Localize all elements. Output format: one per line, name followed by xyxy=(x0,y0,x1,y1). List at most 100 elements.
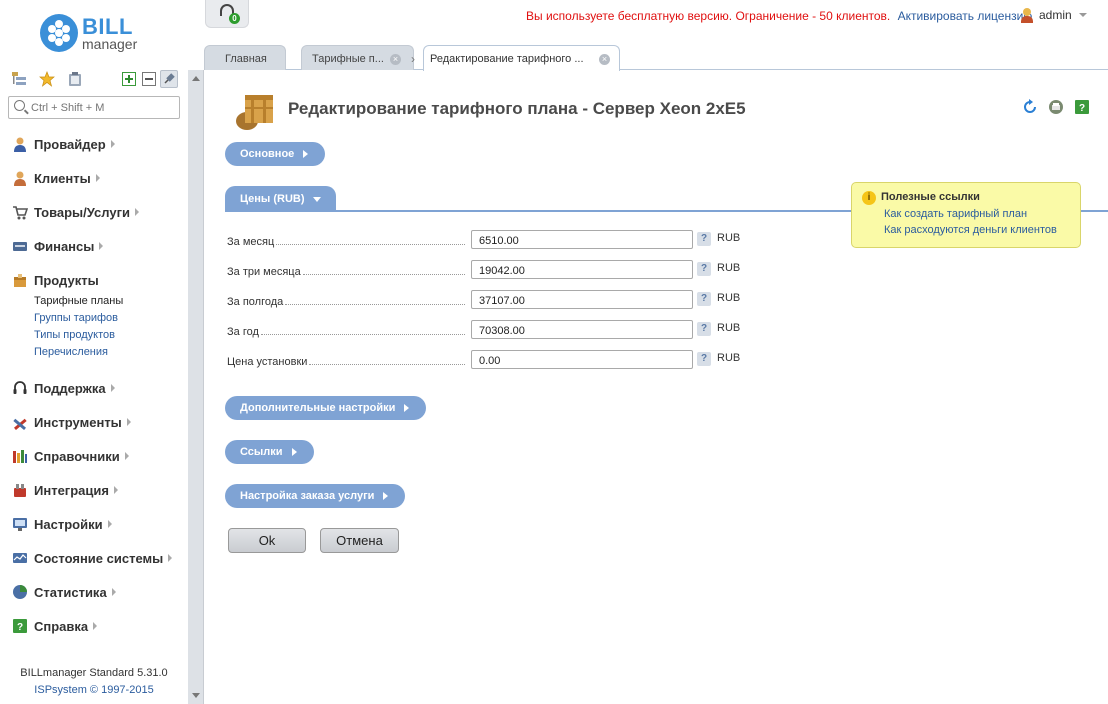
support-button[interactable]: 0 xyxy=(205,0,249,28)
useful-links-panel: i Полезные ссылки Как создать тарифный п… xyxy=(851,182,1081,248)
license-notice-text: Вы используете бесплатную версию. Ограни… xyxy=(526,9,891,23)
user-avatar-icon xyxy=(1020,7,1034,23)
close-icon[interactable]: × xyxy=(390,54,401,65)
integration-icon xyxy=(12,482,28,498)
nav-item-integration[interactable]: Интеграция xyxy=(12,478,118,502)
chevron-right-icon xyxy=(124,452,129,460)
price-year-input[interactable] xyxy=(471,320,693,339)
nav-item-provider[interactable]: Провайдер xyxy=(12,132,115,156)
useful-link-create-plan[interactable]: Как создать тарифный план xyxy=(884,208,1027,220)
nav-label-clients: Клиенты xyxy=(34,170,91,186)
tab-tariff-plans[interactable]: Тарифные п... × xyxy=(301,45,414,70)
sub-item-enumerations[interactable]: Перечисления xyxy=(34,346,108,358)
nav-item-products[interactable]: Продукты xyxy=(12,268,99,292)
chevron-right-icon xyxy=(404,404,409,412)
logo[interactable]: BILL manager xyxy=(40,14,137,52)
pin-icon[interactable] xyxy=(160,70,178,88)
search-input[interactable] xyxy=(31,99,176,116)
sidebar-scrollbar[interactable] xyxy=(188,70,204,704)
chevron-right-icon: › xyxy=(411,52,415,66)
price-quarter-input[interactable] xyxy=(471,260,693,279)
clipboard-icon[interactable] xyxy=(66,70,84,88)
nav-item-finance[interactable]: Финансы xyxy=(12,234,104,258)
useful-link-money-spend[interactable]: Как расходуются деньги клиентов xyxy=(884,224,1057,236)
section-links-toggle[interactable]: Ссылки xyxy=(225,440,314,464)
tab-label: Тарифные п... xyxy=(312,53,384,65)
scroll-up-arrow-icon[interactable] xyxy=(192,76,200,81)
expand-all-icon[interactable] xyxy=(120,70,138,88)
ok-button[interactable]: Ok xyxy=(228,528,306,553)
nav-item-statistics[interactable]: Статистика xyxy=(12,580,116,604)
price-row-month: За месяц ? RUB xyxy=(227,230,747,252)
sidebar-search[interactable] xyxy=(8,96,180,119)
chevron-right-icon xyxy=(383,492,388,500)
nav-item-goods[interactable]: Товары/Услуги xyxy=(12,200,139,224)
nav-item-support[interactable]: Поддержка xyxy=(12,376,115,400)
nav-item-references[interactable]: Справочники xyxy=(12,444,129,468)
help-icon[interactable]: ? xyxy=(1074,99,1090,115)
collapse-all-icon[interactable] xyxy=(140,70,158,88)
refresh-icon[interactable] xyxy=(1022,99,1038,115)
chevron-right-icon xyxy=(135,208,139,216)
sidebar-toolbar xyxy=(10,70,180,90)
section-links-label: Ссылки xyxy=(240,446,283,458)
nav-item-tools[interactable]: Инструменты xyxy=(12,410,131,434)
cancel-button[interactable]: Отмена xyxy=(320,528,399,553)
sub-item-product-types[interactable]: Типы продуктов xyxy=(34,329,115,341)
setup-price-input[interactable] xyxy=(471,350,693,369)
products-icon xyxy=(12,272,28,288)
logo-title: BILL xyxy=(82,13,133,39)
chevron-right-icon xyxy=(113,486,118,494)
price-month-input[interactable] xyxy=(471,230,693,249)
tab-label: Редактирование тарифного ... xyxy=(430,53,584,65)
app-window: BILL manager Ctrl + Shift + M Провайдер … xyxy=(0,0,1108,704)
tree-view-icon[interactable] xyxy=(10,70,28,88)
top-bar: 0 Вы используете бесплатную версию. Огра… xyxy=(188,0,1108,44)
tab-home[interactable]: Главная xyxy=(204,45,286,70)
section-order-toggle[interactable]: Настройка заказа услуги xyxy=(225,484,405,508)
nav-item-clients[interactable]: Клиенты xyxy=(12,166,100,190)
tab-bar: Главная Тарифные п... × › Редактирование… xyxy=(204,45,1108,71)
nav-label-support: Поддержка xyxy=(34,380,106,396)
section-extra-toggle[interactable]: Дополнительные настройки xyxy=(225,396,426,420)
help-hint-icon[interactable]: ? xyxy=(697,292,711,306)
nav-item-help[interactable]: ? Справка xyxy=(12,614,98,638)
search-icon xyxy=(14,100,25,111)
user-menu[interactable]: admin xyxy=(1020,7,1087,23)
price-label: За три месяца xyxy=(227,266,303,278)
cart-icon xyxy=(12,204,29,220)
close-icon[interactable]: × xyxy=(599,54,610,65)
print-icon[interactable] xyxy=(1048,99,1064,115)
activate-license-link[interactable]: Активировать лицензию xyxy=(898,9,1033,23)
nav-item-system-status[interactable]: Состояние системы xyxy=(12,546,173,570)
chevron-right-icon xyxy=(99,242,104,250)
help-hint-icon[interactable]: ? xyxy=(697,322,711,336)
help-hint-icon[interactable]: ? xyxy=(697,262,711,276)
help-hint-icon[interactable]: ? xyxy=(697,352,711,366)
help-hint-icon[interactable]: ? xyxy=(697,232,711,246)
sub-item-tariff-groups[interactable]: Группы тарифов xyxy=(34,312,118,324)
currency-label: RUB xyxy=(717,232,741,244)
section-main-label: Основное xyxy=(240,148,295,160)
tab-edit-tariff[interactable]: Редактирование тарифного ... × xyxy=(423,45,620,71)
copyright-link[interactable]: ISPsystem © 1997-2015 xyxy=(0,684,188,696)
provider-icon xyxy=(12,136,28,152)
section-main-toggle[interactable]: Основное xyxy=(225,142,325,166)
chevron-right-icon xyxy=(303,150,308,158)
price-half-year-input[interactable] xyxy=(471,290,693,309)
currency-label: RUB xyxy=(717,352,741,364)
currency-label: RUB xyxy=(717,292,741,304)
help-book-icon: ? xyxy=(12,618,28,634)
section-order-label: Настройка заказа услуги xyxy=(240,490,375,502)
section-prices-label: Цены (RUB) xyxy=(240,193,305,205)
favorites-star-icon[interactable] xyxy=(38,70,56,88)
nav-label-products: Продукты xyxy=(34,272,99,288)
system-status-icon xyxy=(12,550,28,566)
nav-item-settings[interactable]: Настройки xyxy=(12,512,112,536)
nav-label-integration: Интеграция xyxy=(34,482,109,498)
scroll-down-arrow-icon[interactable] xyxy=(192,693,200,698)
sub-item-tariff-plans[interactable]: Тарифные планы xyxy=(34,295,123,307)
section-prices-toggle[interactable]: Цены (RUB) xyxy=(225,186,336,211)
version-text: BILLmanager Standard 5.31.0 xyxy=(20,667,168,679)
section-extra-label: Дополнительные настройки xyxy=(240,402,396,414)
